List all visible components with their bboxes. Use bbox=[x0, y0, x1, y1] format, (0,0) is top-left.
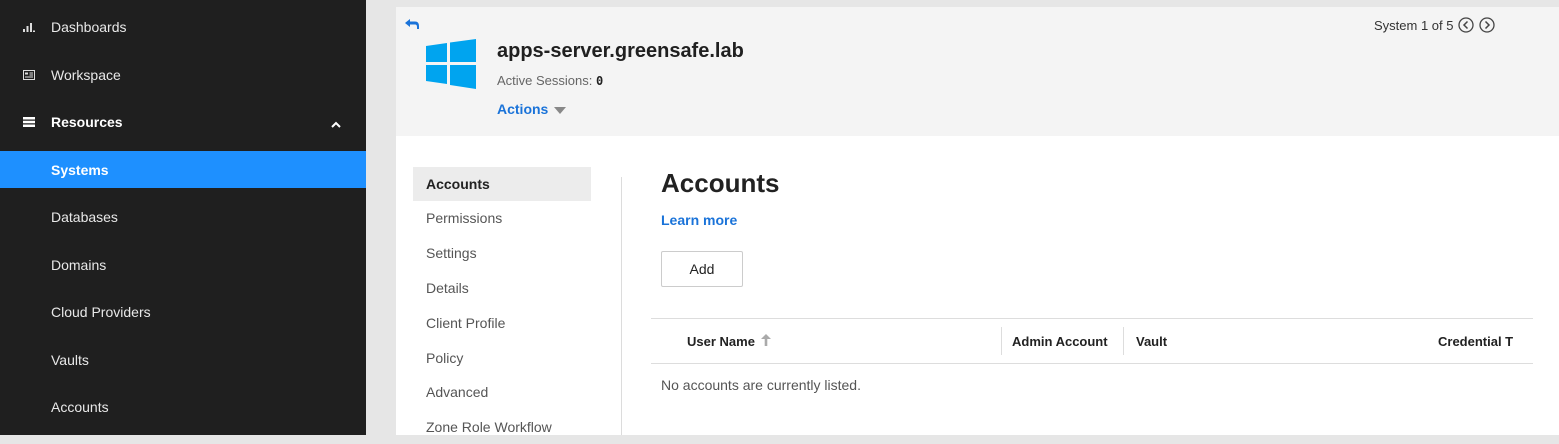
active-sessions-label: Active Sessions: bbox=[497, 73, 593, 88]
windows-logo-icon bbox=[426, 39, 476, 94]
column-admin-account[interactable]: Admin Account bbox=[1012, 319, 1108, 363]
tab-settings[interactable]: Settings bbox=[413, 236, 591, 270]
caret-down-icon bbox=[554, 101, 567, 117]
sidebar-item-domains[interactable]: Domains bbox=[0, 246, 366, 283]
sort-ascending-icon bbox=[760, 333, 771, 349]
tab-policy[interactable]: Policy bbox=[413, 341, 591, 375]
column-vault[interactable]: Vault bbox=[1136, 319, 1167, 363]
table-header: User Name Admin Account Vault Credential… bbox=[651, 318, 1533, 364]
column-credential-type[interactable]: Credential T bbox=[1438, 319, 1513, 363]
next-system-icon[interactable] bbox=[1479, 17, 1496, 33]
sidebar-item-dashboards[interactable]: Dashboards bbox=[0, 8, 366, 45]
tab-advanced[interactable]: Advanced bbox=[413, 375, 591, 409]
sidebar-item-label: Resources bbox=[51, 113, 123, 130]
tab-client-profile[interactable]: Client Profile bbox=[413, 306, 591, 340]
actions-dropdown[interactable]: Actions bbox=[497, 101, 567, 117]
sidebar-item-label: Accounts bbox=[51, 398, 109, 415]
pager-text: System 1 of 5 bbox=[1374, 17, 1454, 33]
add-button[interactable]: Add bbox=[661, 251, 743, 287]
tab-zone-role-workflow[interactable]: Zone Role Workflow bbox=[413, 410, 591, 444]
sidebar: Dashboards Workspace Resources Systems D… bbox=[0, 0, 366, 435]
sidebar-item-label: Workspace bbox=[51, 66, 121, 83]
sidebar-item-label: Databases bbox=[51, 208, 118, 225]
learn-more-link[interactable]: Learn more bbox=[661, 212, 737, 228]
sidebar-item-label: Domains bbox=[51, 256, 107, 273]
sidebar-item-label: Cloud Providers bbox=[51, 303, 151, 320]
active-sessions: Active Sessions: 0 bbox=[497, 73, 603, 88]
sidebar-item-label: Systems bbox=[51, 161, 109, 178]
active-sessions-count: 0 bbox=[596, 74, 604, 88]
empty-table-message: No accounts are currently listed. bbox=[661, 377, 861, 393]
sidebar-item-systems[interactable]: Systems bbox=[0, 151, 366, 188]
chevron-up-icon[interactable] bbox=[331, 115, 341, 131]
back-arrow-icon[interactable] bbox=[405, 16, 419, 34]
actions-label: Actions bbox=[497, 101, 549, 117]
column-divider bbox=[1001, 327, 1002, 355]
tab-accounts[interactable]: Accounts bbox=[413, 167, 591, 201]
sidebar-item-accounts[interactable]: Accounts bbox=[0, 388, 366, 425]
system-title: apps-server.greensafe.lab bbox=[497, 40, 744, 62]
column-user-name[interactable]: User Name bbox=[687, 319, 771, 363]
previous-system-icon[interactable] bbox=[1458, 17, 1475, 33]
tabs-divider bbox=[621, 177, 622, 435]
sidebar-item-resources[interactable]: Resources bbox=[0, 103, 366, 140]
bar-chart-icon bbox=[22, 20, 36, 34]
system-pager: System 1 of 5 bbox=[1374, 17, 1496, 33]
page-title: Accounts bbox=[661, 168, 780, 198]
sidebar-item-workspace[interactable]: Workspace bbox=[0, 56, 366, 93]
list-icon bbox=[22, 115, 36, 129]
system-header: apps-server.greensafe.lab Active Session… bbox=[396, 7, 1559, 136]
accounts-table: User Name Admin Account Vault Credential… bbox=[651, 318, 1533, 393]
sidebar-item-label: Dashboards bbox=[51, 18, 127, 35]
sidebar-item-label: Vaults bbox=[51, 351, 89, 368]
tab-permissions[interactable]: Permissions bbox=[413, 201, 591, 235]
sidebar-item-databases[interactable]: Databases bbox=[0, 198, 366, 235]
workspace-card-icon bbox=[22, 68, 36, 82]
tab-details[interactable]: Details bbox=[413, 271, 591, 305]
column-label: User Name bbox=[687, 333, 755, 349]
main-panel: apps-server.greensafe.lab Active Session… bbox=[396, 7, 1559, 435]
column-divider bbox=[1123, 327, 1124, 355]
sidebar-item-cloud-providers[interactable]: Cloud Providers bbox=[0, 293, 366, 330]
sidebar-item-vaults[interactable]: Vaults bbox=[0, 341, 366, 378]
